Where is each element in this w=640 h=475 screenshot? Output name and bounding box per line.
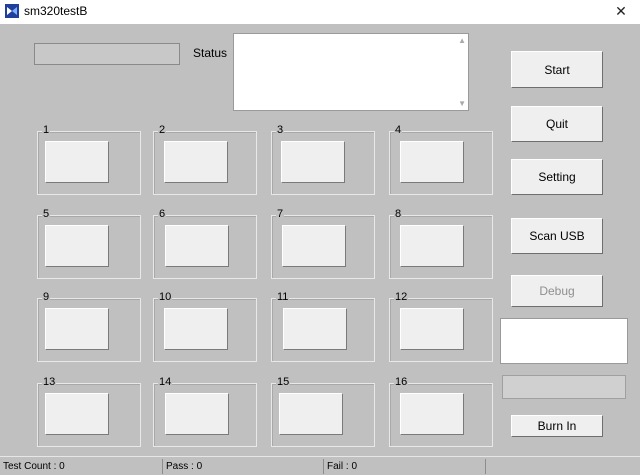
slot-button[interactable] xyxy=(400,308,464,350)
info-field xyxy=(502,375,626,399)
setting-button[interactable]: Setting xyxy=(511,159,603,195)
slot-group-2: 2 xyxy=(153,124,257,195)
slot-group-4: 4 xyxy=(389,124,493,195)
test-count-panel: Test Count : 0 xyxy=(0,459,163,474)
slot-group-5: 5 xyxy=(37,208,141,279)
slot-group-8: 8 xyxy=(389,208,493,279)
result-display xyxy=(500,318,628,364)
slot-group-14: 14 xyxy=(153,376,257,447)
slot-button[interactable] xyxy=(282,225,346,267)
slot-group-10: 10 xyxy=(153,291,257,362)
slot-button[interactable] xyxy=(400,225,464,267)
slot-button[interactable] xyxy=(165,225,229,267)
slot-button[interactable] xyxy=(279,393,343,435)
slot-group-7: 7 xyxy=(271,208,375,279)
slot-group-9: 9 xyxy=(37,291,141,362)
scan-usb-button[interactable]: Scan USB xyxy=(511,218,603,254)
slot-label: 9 xyxy=(42,291,51,303)
slot-group-13: 13 xyxy=(37,376,141,447)
slot-group-1: 1 xyxy=(37,124,141,195)
slot-label: 7 xyxy=(276,208,285,220)
fail-panel: Fail : 0 xyxy=(324,459,486,474)
slot-label: 16 xyxy=(394,376,409,388)
slot-button[interactable] xyxy=(164,308,228,350)
slot-label: 12 xyxy=(394,291,409,303)
close-icon[interactable]: ✕ xyxy=(612,2,630,20)
slot-group-3: 3 xyxy=(271,124,375,195)
slot-label: 11 xyxy=(276,291,290,303)
slot-label: 5 xyxy=(42,208,51,220)
debug-button: Debug xyxy=(511,275,603,307)
status-textbox[interactable]: ▲ ▼ xyxy=(233,33,469,111)
empty-panel xyxy=(486,459,640,474)
slot-label: 6 xyxy=(158,208,167,220)
slot-group-12: 12 xyxy=(389,291,493,362)
scroll-up-icon[interactable]: ▲ xyxy=(458,36,466,45)
slot-group-6: 6 xyxy=(153,208,257,279)
slot-label: 15 xyxy=(276,376,291,388)
slot-button[interactable] xyxy=(164,141,228,183)
slot-button[interactable] xyxy=(45,141,109,183)
slot-label: 4 xyxy=(394,124,403,136)
slot-button[interactable] xyxy=(45,225,109,267)
slot-label: 2 xyxy=(158,124,167,136)
slot-label: 8 xyxy=(394,208,403,220)
quit-button[interactable]: Quit xyxy=(511,106,603,142)
window-title: sm320testB xyxy=(24,4,88,18)
slot-button[interactable] xyxy=(400,141,464,183)
slot-label: 13 xyxy=(42,376,57,388)
scroll-down-icon[interactable]: ▼ xyxy=(458,99,466,108)
slot-button[interactable] xyxy=(400,393,464,435)
slot-button[interactable] xyxy=(165,393,229,435)
pass-panel: Pass : 0 xyxy=(163,459,324,474)
status-label: Status xyxy=(193,46,228,60)
slot-group-11: 11 xyxy=(271,291,375,362)
slot-label: 10 xyxy=(158,291,173,303)
status-bar: Test Count : 0 Pass : 0 Fail : 0 xyxy=(0,456,640,475)
slot-group-15: 15 xyxy=(271,376,375,447)
slot-label: 3 xyxy=(276,124,285,136)
title-bar: sm320testB ✕ xyxy=(0,0,640,24)
app-icon xyxy=(5,4,19,18)
progress-bar xyxy=(34,43,180,65)
slot-button[interactable] xyxy=(281,141,345,183)
slot-label: 1 xyxy=(42,124,51,136)
slot-group-16: 16 xyxy=(389,376,493,447)
slot-button[interactable] xyxy=(45,393,109,435)
slot-button[interactable] xyxy=(283,308,347,350)
start-button[interactable]: Start xyxy=(511,51,603,88)
burn-in-button[interactable]: Burn In xyxy=(511,415,603,437)
slot-label: 14 xyxy=(158,376,173,388)
slot-button[interactable] xyxy=(45,308,109,350)
